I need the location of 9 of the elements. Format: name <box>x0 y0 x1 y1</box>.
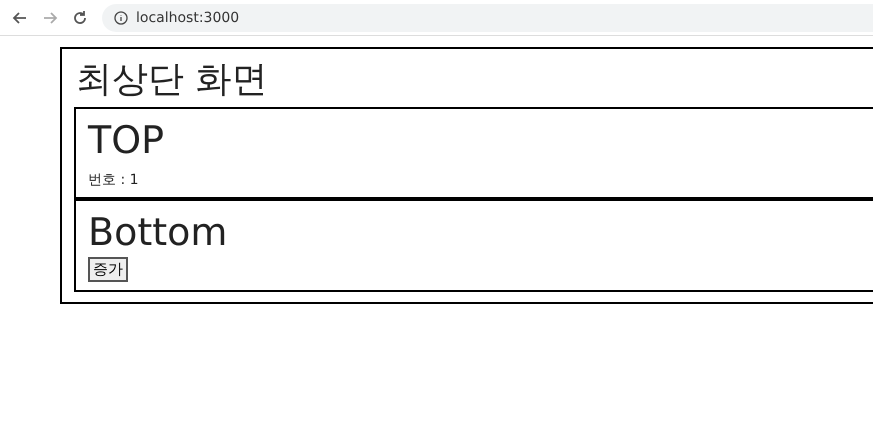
back-icon[interactable] <box>12 10 28 26</box>
reload-icon[interactable] <box>72 10 88 26</box>
counter-text: 번호 : 1 <box>88 171 140 189</box>
panel-heading: TOP <box>88 117 166 163</box>
panel-heading: Bottom <box>88 209 228 255</box>
info-icon[interactable] <box>114 10 128 24</box>
page-title: 최상단 화면 <box>75 58 268 102</box>
address-text[interactable]: localhost:3000 <box>136 10 240 26</box>
increase-button[interactable]: 증가 <box>88 257 128 282</box>
